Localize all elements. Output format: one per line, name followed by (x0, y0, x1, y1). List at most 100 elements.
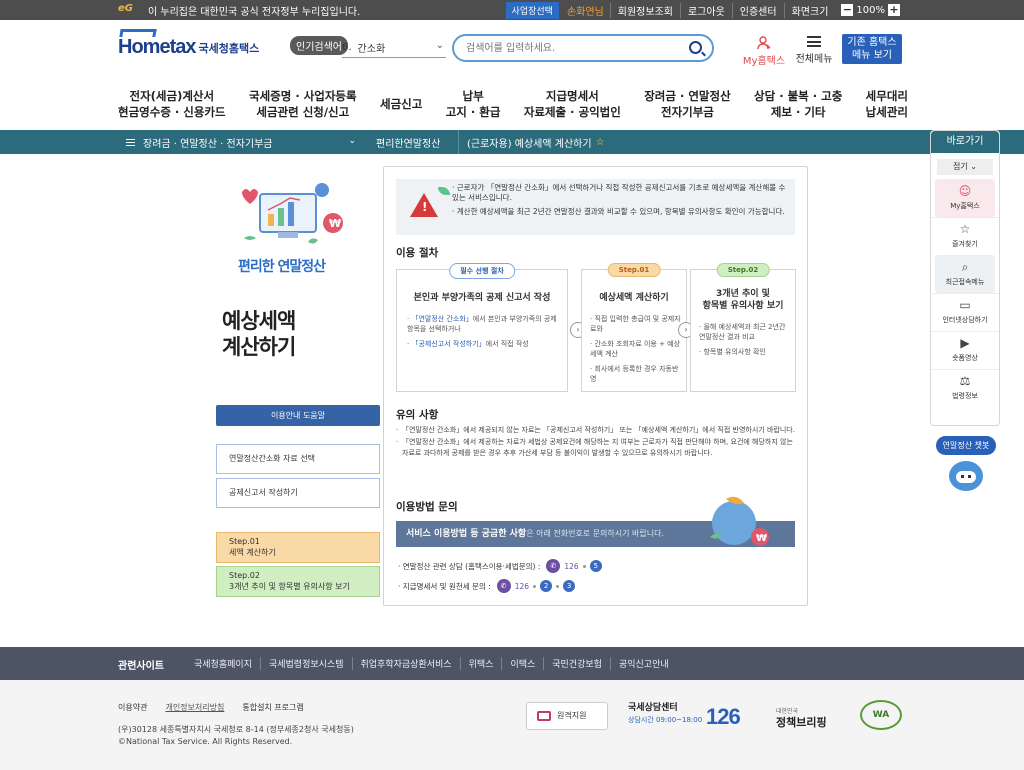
member-info-link[interactable]: 회원정보조회 (609, 2, 680, 18)
zoom-out-button[interactable]: − (841, 4, 854, 16)
related-link[interactable]: 취업후학자금상환서비스 (353, 657, 461, 670)
logo-text: Hometax (118, 36, 196, 58)
step1-title: 예상세액 계산하기 (599, 293, 669, 303)
zoom-in-button[interactable]: + (888, 4, 900, 16)
quick-item-my-hometax[interactable]: ☺ My홈택스 (935, 179, 995, 217)
breadcrumb-level1[interactable]: 장려금 · 연말정산 · 전자기부금 ⌄ (118, 130, 362, 154)
footer-address: (우)30128 세종특별자치시 국세청로 8-14 (정부세종2청사 국세청동… (118, 724, 354, 748)
quick-item-shortform[interactable]: ▶ 숏폼영상 (931, 331, 999, 369)
related-link[interactable]: 국민건강보험 (544, 657, 611, 670)
page-title-line1: 예상세액 (222, 309, 296, 333)
quick-item-label: 즐겨찾기 (952, 240, 978, 248)
footer: 이용약관 개인정보처리방침 통합설치 프로그램 (우)30128 세종특별자치시… (0, 680, 1024, 770)
simplified-link[interactable]: 「연말정산 간소화」 (411, 315, 472, 323)
list-item: · 직접 입력한 총급여 및 공제자료와 (590, 315, 681, 333)
gov-notice-text[interactable]: 이 누리집은 대한민국 공식 전자정부 누리집입니다. (148, 3, 360, 18)
breadcrumb-level3[interactable]: (근로자용) 예상세액 계산하기 ☆ (458, 130, 618, 154)
remote-support-button[interactable]: 원격지원 (526, 702, 608, 730)
list-item: · 올해 예상세액과 최근 2년간 연말정산 결과 비교 (699, 323, 786, 341)
breadcrumb-level2[interactable]: 편리한연말정산 (368, 130, 458, 154)
privacy-link[interactable]: 개인정보처리방침 (165, 702, 224, 713)
gnb-label-2: 자료제출 · 공익법인 (523, 105, 621, 119)
old-menu-view-button[interactable]: 기존 홈택스 메뉴 보기 (842, 34, 902, 64)
separator-dot (582, 564, 586, 568)
simplified-data-select-link[interactable]: 연말정산간소화 자료 선택 (216, 444, 380, 474)
related-link[interactable]: 국세청홈페이지 (186, 657, 261, 670)
step2-trend-link[interactable]: Step.02 3개년 추이 및 항목별 유의사항 보기 (216, 566, 380, 597)
year-end-illustration: ₩ (242, 183, 343, 244)
separator-dot (556, 584, 560, 588)
gnb-item-payment[interactable]: 납부고지 · 환급 (446, 84, 501, 124)
related-sites-label: 관련사이트 (118, 661, 164, 672)
related-link[interactable]: 위택스 (461, 657, 503, 670)
gnb-item-statements[interactable]: 지급명세서 자료제출 · 공익법인 (524, 84, 621, 124)
section-subtitle: 편리한 연말정산 (238, 259, 326, 275)
list-item: · 「연말정산 간소화」에서 본인과 부양가족의 공제항목을 선택하거나 (407, 315, 557, 333)
install-program-link[interactable]: 통합설치 프로그램 (242, 702, 303, 713)
favorite-star-icon[interactable]: ☆ (596, 137, 605, 148)
gnb-item-agent[interactable]: 세무대리 납세관리 (866, 84, 908, 124)
gnb-label-1: 장려금 · 연말정산 (644, 89, 731, 103)
policy-briefing-logo[interactable]: 대한민국 정책브리핑 (776, 706, 827, 728)
breadcrumb-level1-label: 장려금 · 연말정산 · 전자기부금 (143, 138, 273, 150)
gnb-label-2: 납세관리 (865, 105, 908, 119)
tax-center-number: 126 (706, 704, 741, 729)
gnb-label-2: 고지 · 환급 (445, 105, 501, 119)
search-input[interactable] (466, 37, 686, 59)
gnb-item-consult[interactable]: 상담 · 불복 · 고충 제보 · 기타 (754, 84, 842, 124)
gnb-item-year-end[interactable]: 장려금 · 연말정산 전자기부금 (644, 84, 730, 124)
logout-link[interactable]: 로그아웃 (679, 2, 732, 18)
cert-center-link[interactable]: 인증센터 (731, 2, 784, 18)
procedure-title: 이용 절차 (396, 247, 439, 259)
list-item: · 항목별 유의사항 확인 (699, 348, 766, 356)
related-link[interactable]: 이택스 (502, 657, 545, 670)
deduction-form-link[interactable]: 공제신고서 작성하기 (216, 478, 380, 508)
notice-text: · 근로자가 「연말정산 간소화」에서 선택하거나 직접 작성한 공제신고서를 … (452, 183, 786, 216)
deduction-form-inline-link[interactable]: 「공제신고서 작성하기」 (411, 340, 485, 348)
related-sites-bar: 관련사이트 국세청홈페이지 국세법령정보시스템 취업후학자금상환서비스 위택스 … (0, 647, 1024, 680)
list-item: · 간소화 조회자료 이용 + 예상세액 계산 (590, 340, 681, 358)
breadcrumb-level2-label: 편리한연말정산 (376, 138, 441, 150)
quick-item-label: 인터넷상담하기 (942, 316, 988, 324)
breadcrumb: 장려금 · 연말정산 · 전자기부금 ⌄ 편리한연말정산 (근로자용) 예상세액… (0, 130, 1024, 154)
business-select-button[interactable]: 사업장선택 (505, 1, 559, 19)
quick-item-law-info[interactable]: ⚖ 법령정보 (931, 369, 999, 407)
step2-title: 3개년 추이 및 항목별 유의사항 보기 (691, 288, 795, 312)
play-icon: ▶ (960, 336, 970, 350)
hometax-logo[interactable]: Hometax 국세청홈택스 (118, 29, 259, 59)
my-hometax-button[interactable]: My홈택스 (742, 36, 786, 67)
gnb-item-e-invoice[interactable]: 전자(세금)계산서 현금영수증 · 신용카드 (118, 84, 226, 124)
chatbot-button[interactable]: 연말정산 챗봇 (936, 436, 996, 491)
help-guide-button[interactable]: 이용안내 도움말 (216, 405, 380, 426)
list-item-text: 항목별 유의사항 확인 (703, 348, 766, 356)
all-menu-button[interactable]: 전체메뉴 (794, 36, 834, 65)
search-icon[interactable] (689, 41, 702, 54)
related-link[interactable]: 국세법령정보시스템 (261, 657, 353, 670)
related-link[interactable]: 공익신고안내 (611, 657, 677, 670)
prerequisite-title: 본인과 부양가족의 공제 신고서 작성 (413, 293, 551, 303)
popular-keyword-select[interactable]: 6. 간소화 ⌄ (342, 38, 446, 58)
laptop-icon: ▭ (959, 298, 971, 312)
quick-item-recent[interactable]: ⌕ 최근접속메뉴 (935, 255, 995, 293)
terms-link[interactable]: 이용약관 (118, 702, 147, 713)
gnb-label-1: 납부 (462, 89, 484, 103)
step2-title-line2: 항목별 유의사항 보기 (702, 301, 784, 311)
caution-item: 「연말정산 간소화」에서 제공하는 자료가 세법상 공제요건에 해당하는 지 여… (396, 437, 796, 459)
gnb-label-1: 상담 · 불복 · 고충 (754, 89, 843, 103)
step2-tag: Step.02 (716, 263, 770, 277)
list-item: · 「공제신고서 작성하기」에서 직접 작성 (407, 340, 529, 348)
quick-item-favorites[interactable]: ☆ 즐겨찾기 (931, 217, 999, 255)
leaf-icon (438, 187, 450, 195)
gnb-item-tax-filing[interactable]: 세금신고 (380, 84, 422, 124)
quick-item-online-consult[interactable]: ▭ 인터넷상담하기 (931, 293, 999, 331)
quick-item-label: 최근접속메뉴 (945, 278, 985, 286)
list-item: · 회사에서 등록한 경우 자동반영 (590, 365, 679, 383)
my-hometax-label: My홈택스 (742, 56, 786, 67)
egov-logo: eG (118, 3, 133, 14)
inquiry-illustration: ₩ (710, 496, 769, 546)
footer-links: 이용약관 개인정보처리방침 통합설치 프로그램 (118, 702, 322, 713)
gnb-item-certificates[interactable]: 국세증명 · 사업자등록 세금관련 신청/신고 (249, 84, 357, 124)
step1-calculate-link[interactable]: Step.01 세액 계산하기 (216, 532, 380, 563)
fold-button[interactable]: 접기 ⌄ (937, 159, 993, 175)
caution-title: 유의 사항 (396, 409, 439, 421)
